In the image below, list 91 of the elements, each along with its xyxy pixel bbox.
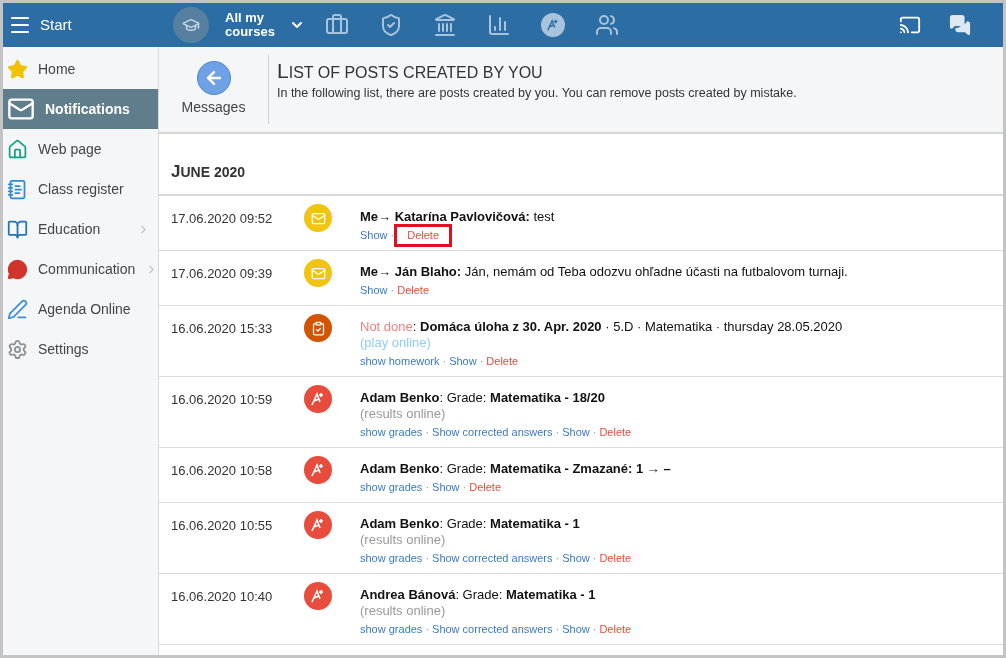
sidebar-item[interactable]: Web page — [3, 129, 158, 169]
sidebar-item[interactable]: Education — [3, 209, 158, 249]
sidebar-item[interactable]: Notifications — [3, 89, 158, 129]
sidebar-item[interactable]: Home — [3, 49, 158, 89]
post-link[interactable]: Show — [360, 284, 388, 297]
separator-dot: · — [592, 426, 597, 439]
separator-dot: · — [555, 623, 560, 636]
grade-icon — [304, 582, 332, 610]
clipboard-icon — [304, 314, 332, 342]
post-title: Not done: Domáca úloha z 30. Apr. 2020 · 5.D · Matematika · thursday 28.05.2020 — [360, 319, 843, 335]
results-note: (results online) — [360, 406, 447, 422]
delete-link[interactable]: Delete — [397, 284, 429, 297]
bank-icon[interactable] — [433, 13, 457, 37]
chat-icon[interactable] — [949, 14, 971, 36]
cast-icon[interactable] — [899, 14, 921, 36]
chat-icon — [7, 258, 28, 280]
delete-link[interactable]: Delete — [486, 355, 519, 368]
envelope-icon — [304, 204, 332, 232]
separator-dot: · — [592, 623, 597, 636]
post-link[interactable]: Show — [562, 426, 590, 439]
post-link[interactable]: show grades — [360, 623, 423, 636]
back-button[interactable]: Messages — [159, 55, 269, 124]
post-link[interactable]: show grades — [360, 552, 423, 565]
results-note: (results online) — [360, 603, 447, 619]
separator-dot: · — [442, 355, 447, 368]
sidebar-item[interactable]: Agenda Online — [3, 289, 158, 329]
separator-dot: · — [425, 426, 430, 439]
post-title: Me→ Katarína Pavlovičová: test — [360, 209, 555, 225]
month-heading: JUNE 2020 — [171, 160, 246, 183]
separator-dot: · — [462, 481, 467, 494]
post-link[interactable]: Show — [360, 229, 388, 242]
delete-link[interactable]: Delete — [469, 481, 502, 494]
separator-dot: · — [425, 623, 430, 636]
delete-link[interactable]: Delete — [397, 227, 449, 244]
post-link[interactable]: Show — [562, 623, 590, 636]
grade-icon — [304, 385, 332, 413]
separator-dot: · — [425, 552, 430, 565]
post-title: Adam Benko: Grade: Matematika - Zmazané: 1 → – — [360, 461, 671, 477]
separator-dot: · — [555, 552, 560, 565]
sidebar-item[interactable]: Communication — [3, 249, 158, 289]
people-icon[interactable] — [595, 13, 619, 37]
separator-dot: · — [555, 426, 560, 439]
post-link[interactable]: Show — [432, 481, 460, 494]
grade-icon — [304, 456, 332, 484]
courses-dropdown[interactable]: All my courses — [225, 11, 305, 39]
post-time: 17.06.2020 09:39 — [170, 265, 274, 283]
star-icon — [7, 58, 28, 80]
post-time: 16.06.2020 10:59 — [170, 391, 274, 409]
separator-dot: · — [479, 355, 484, 368]
separator-dot: · — [425, 481, 430, 494]
post-title: Adam Benko: Grade: Matematika - 1 — [360, 516, 581, 532]
separator-dot: · — [592, 552, 597, 565]
post-link[interactable]: show grades — [360, 426, 423, 439]
sidebar-item[interactable]: Settings — [3, 329, 158, 369]
briefcase-icon[interactable] — [325, 13, 349, 37]
notebook-icon — [7, 178, 28, 200]
delete-link[interactable]: Delete — [599, 426, 632, 439]
book-icon — [7, 218, 28, 240]
post-link[interactable]: Show corrected answers — [432, 552, 553, 565]
post-link[interactable]: Show corrected answers — [432, 623, 553, 636]
envelope-icon — [304, 259, 332, 287]
graduation-cap-icon[interactable] — [173, 7, 209, 43]
post-link[interactable]: Show — [449, 355, 477, 368]
post-title: Adam Benko: Grade: Matematika - 18/20 — [360, 390, 606, 406]
post-time: 16.06.2020 10:58 — [170, 462, 274, 480]
post-time: 16.06.2020 15:33 — [170, 320, 274, 338]
grade-icon[interactable] — [541, 13, 565, 37]
post-title: Andrea Bánová: Grade: Matematika - 1 — [360, 587, 597, 603]
post-time: 16.06.2020 10:55 — [170, 517, 274, 535]
shield-icon[interactable] — [379, 13, 403, 37]
post-time: 17.06.2020 09:52 — [170, 210, 274, 228]
house-icon — [7, 138, 28, 160]
post-link[interactable]: show homework — [360, 355, 440, 368]
post-title: Me→ Ján Blaho: Ján, nemám od Teba odozvu ohľadne účasti na futbalovom turnaji. — [360, 264, 848, 280]
separator-dot: · — [390, 284, 395, 297]
pen-icon — [7, 298, 28, 320]
post-link[interactable]: show grades — [360, 481, 423, 494]
page-description: In the following list, there are posts created by you. You can remove posts created by mistake. — [277, 85, 797, 102]
bar-chart-icon[interactable] — [487, 13, 511, 37]
separator-dot: · — [390, 229, 395, 242]
delete-link[interactable]: Delete — [599, 623, 632, 636]
results-note: (results online) — [360, 532, 447, 548]
grade-icon — [304, 511, 332, 539]
gear-icon — [7, 338, 28, 360]
delete-link[interactable]: Delete — [599, 552, 632, 565]
post-link[interactable]: Show — [562, 552, 590, 565]
post-link[interactable]: Show corrected answers — [432, 426, 553, 439]
sidebar-item[interactable]: Class register — [3, 169, 158, 209]
page-title: LIST OF POSTS CREATED BY YOU — [277, 61, 544, 83]
post-time: 16.06.2020 10:40 — [170, 588, 274, 606]
menu-button[interactable]: Start — [3, 13, 173, 37]
